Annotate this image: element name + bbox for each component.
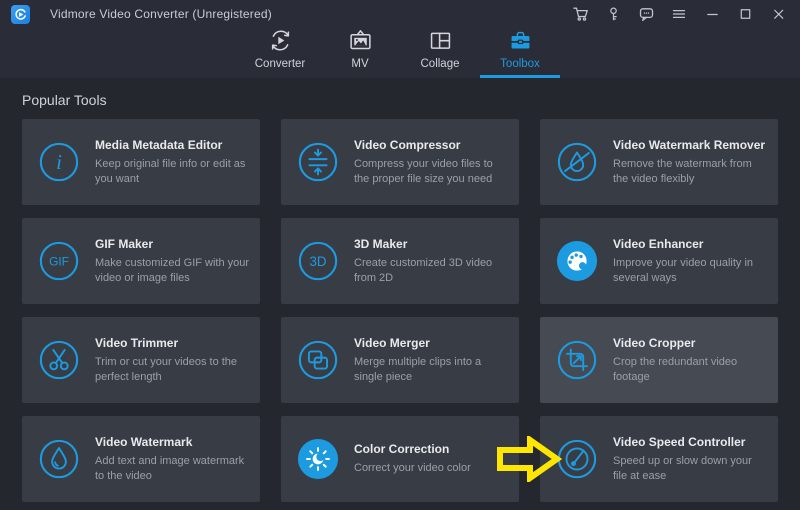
tool-desc: Make customized GIF with your video or i… xyxy=(95,256,250,286)
card-color-correction[interactable]: Color Correction Correct your video colo… xyxy=(281,416,519,502)
tool-desc: Keep original file info or edit as you w… xyxy=(95,157,250,187)
tool-title: Video Compressor xyxy=(354,138,509,152)
cart-icon[interactable] xyxy=(568,3,592,25)
card-video-compressor[interactable]: Video Compressor Compress your video fil… xyxy=(281,119,519,205)
tool-desc: Create customized 3D video from 2D xyxy=(354,256,509,286)
main-tabs: Converter MV Collage xyxy=(0,28,800,78)
card-media-metadata-editor[interactable]: i Media Metadata Editor Keep original fi… xyxy=(22,119,260,205)
tab-label: Toolbox xyxy=(500,58,540,70)
drop-slash-icon xyxy=(556,141,598,183)
app-logo-icon xyxy=(11,5,30,24)
card-video-enhancer[interactable]: Video Enhancer Improve your video qualit… xyxy=(540,218,778,304)
tool-desc: Crop the redundant video footage xyxy=(613,355,768,385)
app-header: Vidmore Video Converter (Unregistered) xyxy=(0,0,800,78)
tool-title: 3D Maker xyxy=(354,237,509,251)
mv-icon xyxy=(347,28,374,53)
titlebar: Vidmore Video Converter (Unregistered) xyxy=(0,0,800,28)
card-video-watermark-remover[interactable]: Video Watermark Remover Remove the water… xyxy=(540,119,778,205)
3d-icon: 3D xyxy=(297,240,339,282)
toolbox-icon xyxy=(507,28,534,53)
key-icon[interactable] xyxy=(601,3,625,25)
tool-title: GIF Maker xyxy=(95,237,250,251)
tab-label: MV xyxy=(351,58,368,70)
svg-text:GIF: GIF xyxy=(49,254,69,268)
tab-converter[interactable]: Converter xyxy=(240,28,320,78)
speedometer-icon xyxy=(556,438,598,480)
tool-desc: Speed up or slow down your file at ease xyxy=(613,454,768,484)
card-video-watermark[interactable]: Video Watermark Add text and image water… xyxy=(22,416,260,502)
tools-grid: i Media Metadata Editor Keep original fi… xyxy=(22,119,778,502)
tool-desc: Improve your video quality in several wa… xyxy=(613,256,768,286)
crop-icon xyxy=(556,339,598,381)
close-button[interactable] xyxy=(766,3,790,25)
card-3d-maker[interactable]: 3D 3D Maker Create customized 3D video f… xyxy=(281,218,519,304)
tool-desc: Merge multiple clips into a single piece xyxy=(354,355,509,385)
tab-mv[interactable]: MV xyxy=(320,28,400,78)
card-video-cropper[interactable]: Video Cropper Crop the redundant video f… xyxy=(540,317,778,403)
svg-text:3D: 3D xyxy=(309,254,326,269)
card-video-merger[interactable]: Video Merger Merge multiple clips into a… xyxy=(281,317,519,403)
card-video-speed-controller[interactable]: Video Speed Controller Speed up or slow … xyxy=(540,416,778,502)
tool-desc: Trim or cut your videos to the perfect l… xyxy=(95,355,250,385)
tool-title: Media Metadata Editor xyxy=(95,138,250,152)
menu-icon[interactable] xyxy=(667,3,691,25)
card-gif-maker[interactable]: GIF GIF Maker Make customized GIF with y… xyxy=(22,218,260,304)
info-icon: i xyxy=(38,141,80,183)
scissors-icon xyxy=(38,339,80,381)
tool-desc: Remove the watermark from the video flex… xyxy=(613,157,768,187)
tool-title: Video Cropper xyxy=(613,336,768,350)
tool-title: Video Enhancer xyxy=(613,237,768,251)
drop-icon xyxy=(38,438,80,480)
tool-title: Video Trimmer xyxy=(95,336,250,350)
feedback-icon[interactable] xyxy=(634,3,658,25)
tool-desc: Compress your video files to the proper … xyxy=(354,157,509,187)
tool-desc: Correct your video color xyxy=(354,461,471,476)
tool-title: Color Correction xyxy=(354,442,471,456)
maximize-button[interactable] xyxy=(733,3,757,25)
tool-title: Video Speed Controller xyxy=(613,435,768,449)
card-video-trimmer[interactable]: Video Trimmer Trim or cut your videos to… xyxy=(22,317,260,403)
tool-title: Video Merger xyxy=(354,336,509,350)
window-title: Vidmore Video Converter (Unregistered) xyxy=(50,7,272,21)
gif-icon: GIF xyxy=(38,240,80,282)
compress-icon xyxy=(297,141,339,183)
tab-label: Converter xyxy=(255,58,306,70)
tool-title: Video Watermark xyxy=(95,435,250,449)
collage-icon xyxy=(427,28,454,53)
sun-icon xyxy=(297,438,339,480)
minimize-button[interactable] xyxy=(700,3,724,25)
svg-text:i: i xyxy=(56,150,62,174)
tool-title: Video Watermark Remover xyxy=(613,138,768,152)
converter-icon xyxy=(267,28,294,53)
palette-icon xyxy=(556,240,598,282)
tool-desc: Add text and image watermark to the vide… xyxy=(95,454,250,484)
section-title: Popular Tools xyxy=(22,92,800,108)
tab-collage[interactable]: Collage xyxy=(400,28,480,78)
merge-icon xyxy=(297,339,339,381)
tab-label: Collage xyxy=(421,58,460,70)
tab-toolbox[interactable]: Toolbox xyxy=(480,28,560,78)
